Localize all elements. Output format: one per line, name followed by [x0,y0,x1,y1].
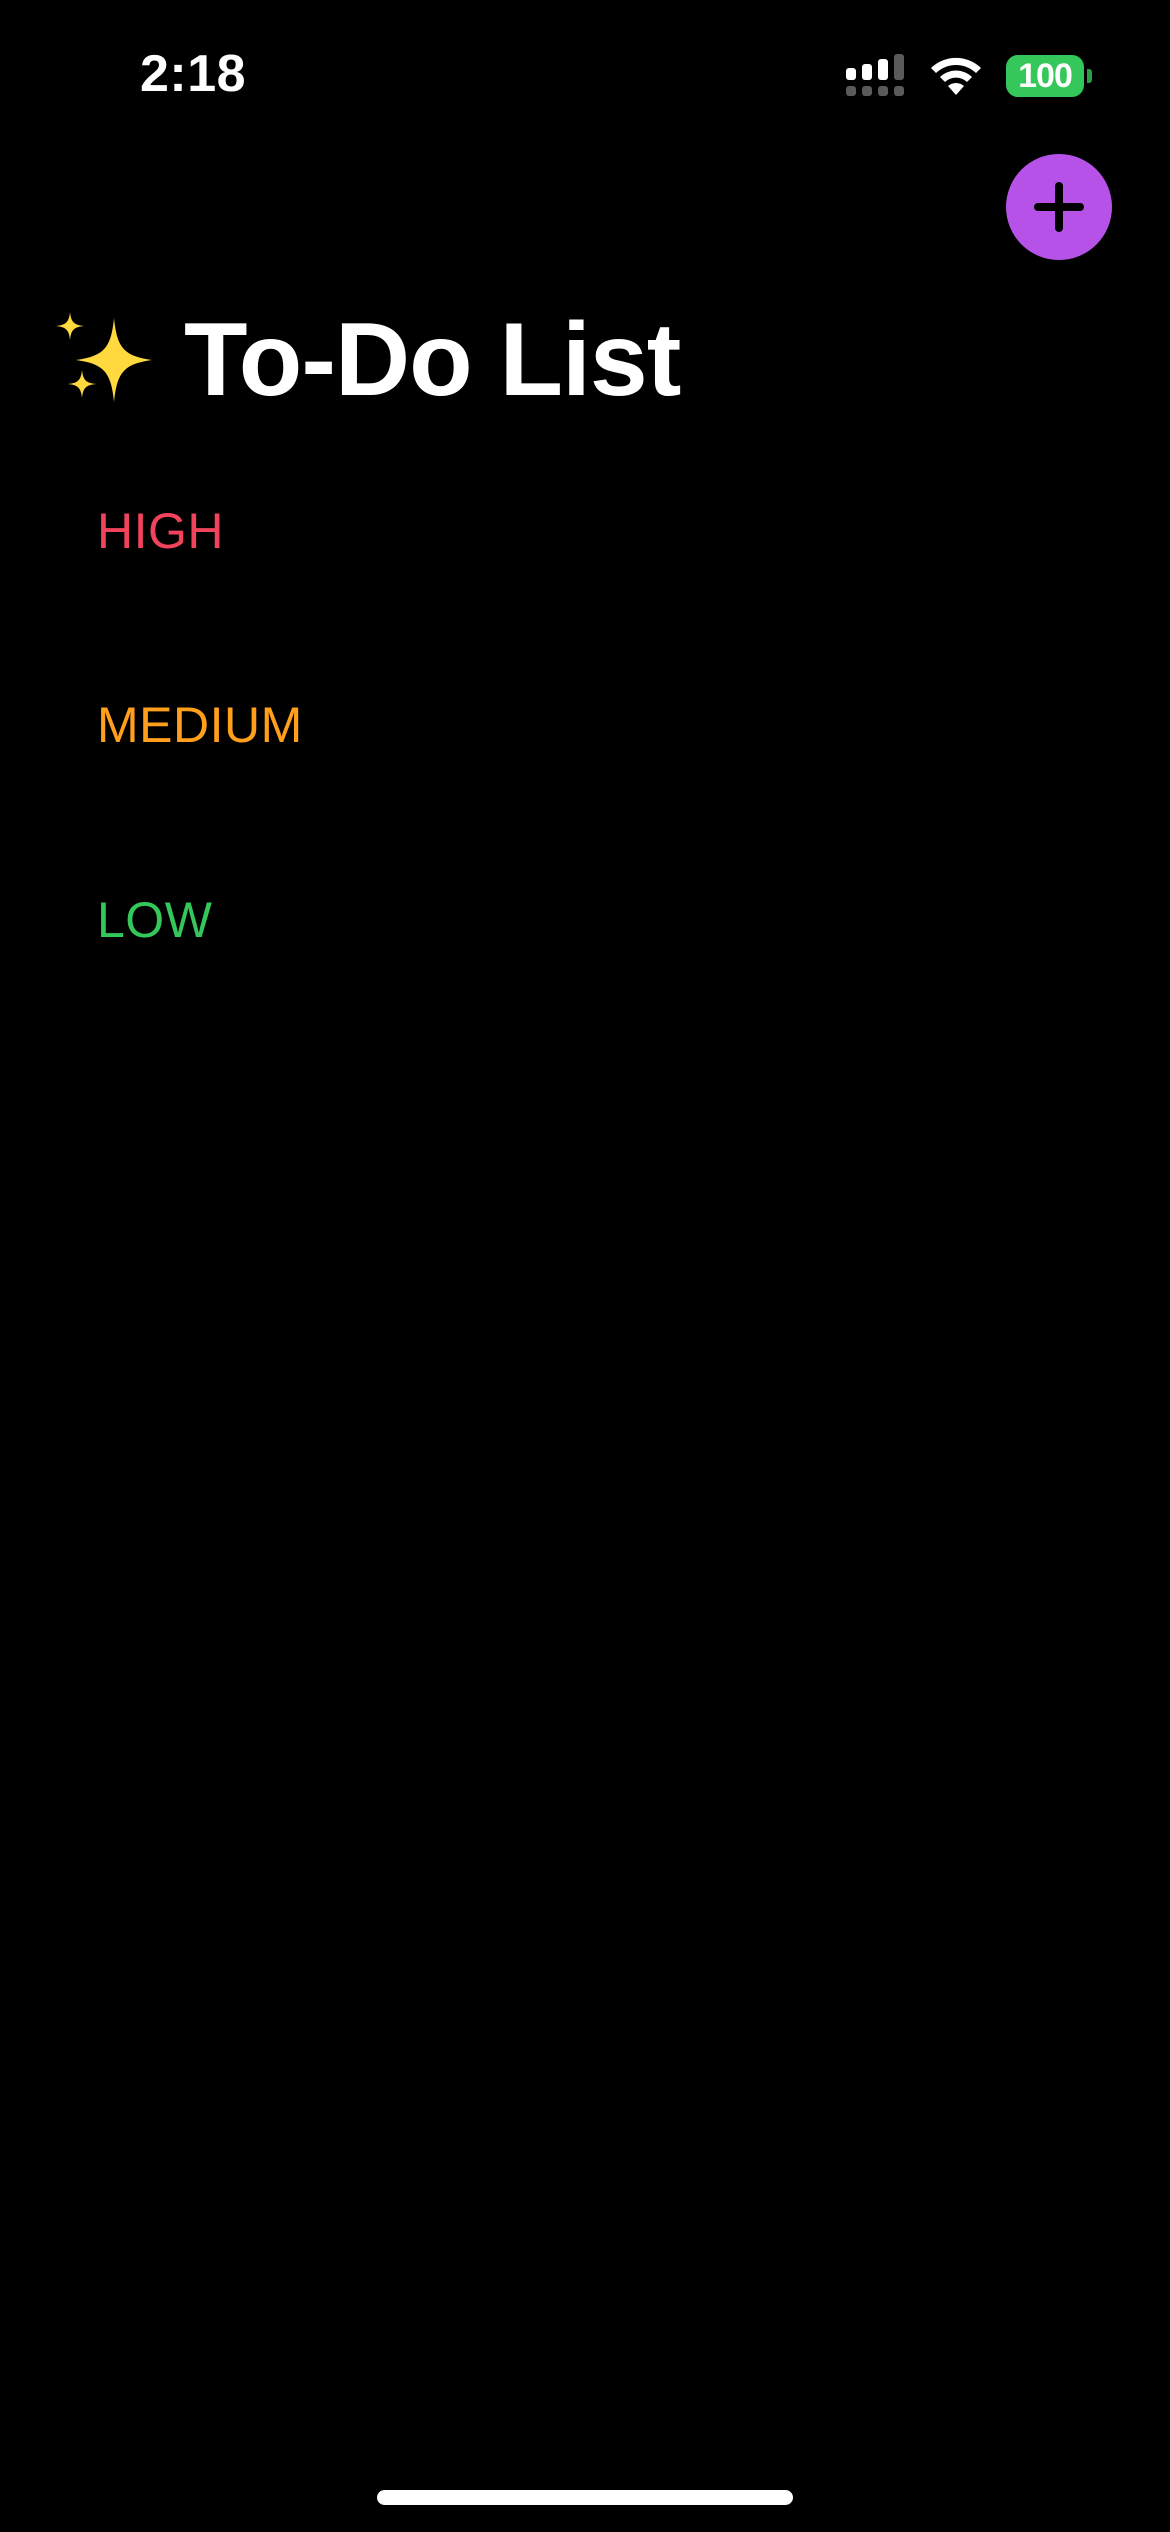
sparkles-icon [56,312,152,402]
status-icons: 100 [846,54,1092,98]
status-bar: 2:18 100 [0,0,1170,150]
wifi-icon [931,57,981,95]
add-task-button[interactable] [1006,154,1112,260]
section-low-header: LOW [97,892,213,948]
plus-icon [1034,182,1084,232]
section-high-header: HIGH [97,503,224,559]
home-indicator[interactable] [377,2490,793,2505]
app-screen: 2:18 100 To-Do List HIGH MEDIUM LOW [0,0,1170,2532]
cellular-signal-icon [846,54,904,96]
battery-indicator: 100 [1006,55,1092,97]
section-medium-header: MEDIUM [97,697,303,753]
battery-tip [1087,69,1092,83]
page-header: To-Do List [54,300,681,420]
page-title: To-Do List [184,302,681,418]
status-time: 2:18 [140,45,247,103]
battery-level: 100 [1006,55,1084,97]
